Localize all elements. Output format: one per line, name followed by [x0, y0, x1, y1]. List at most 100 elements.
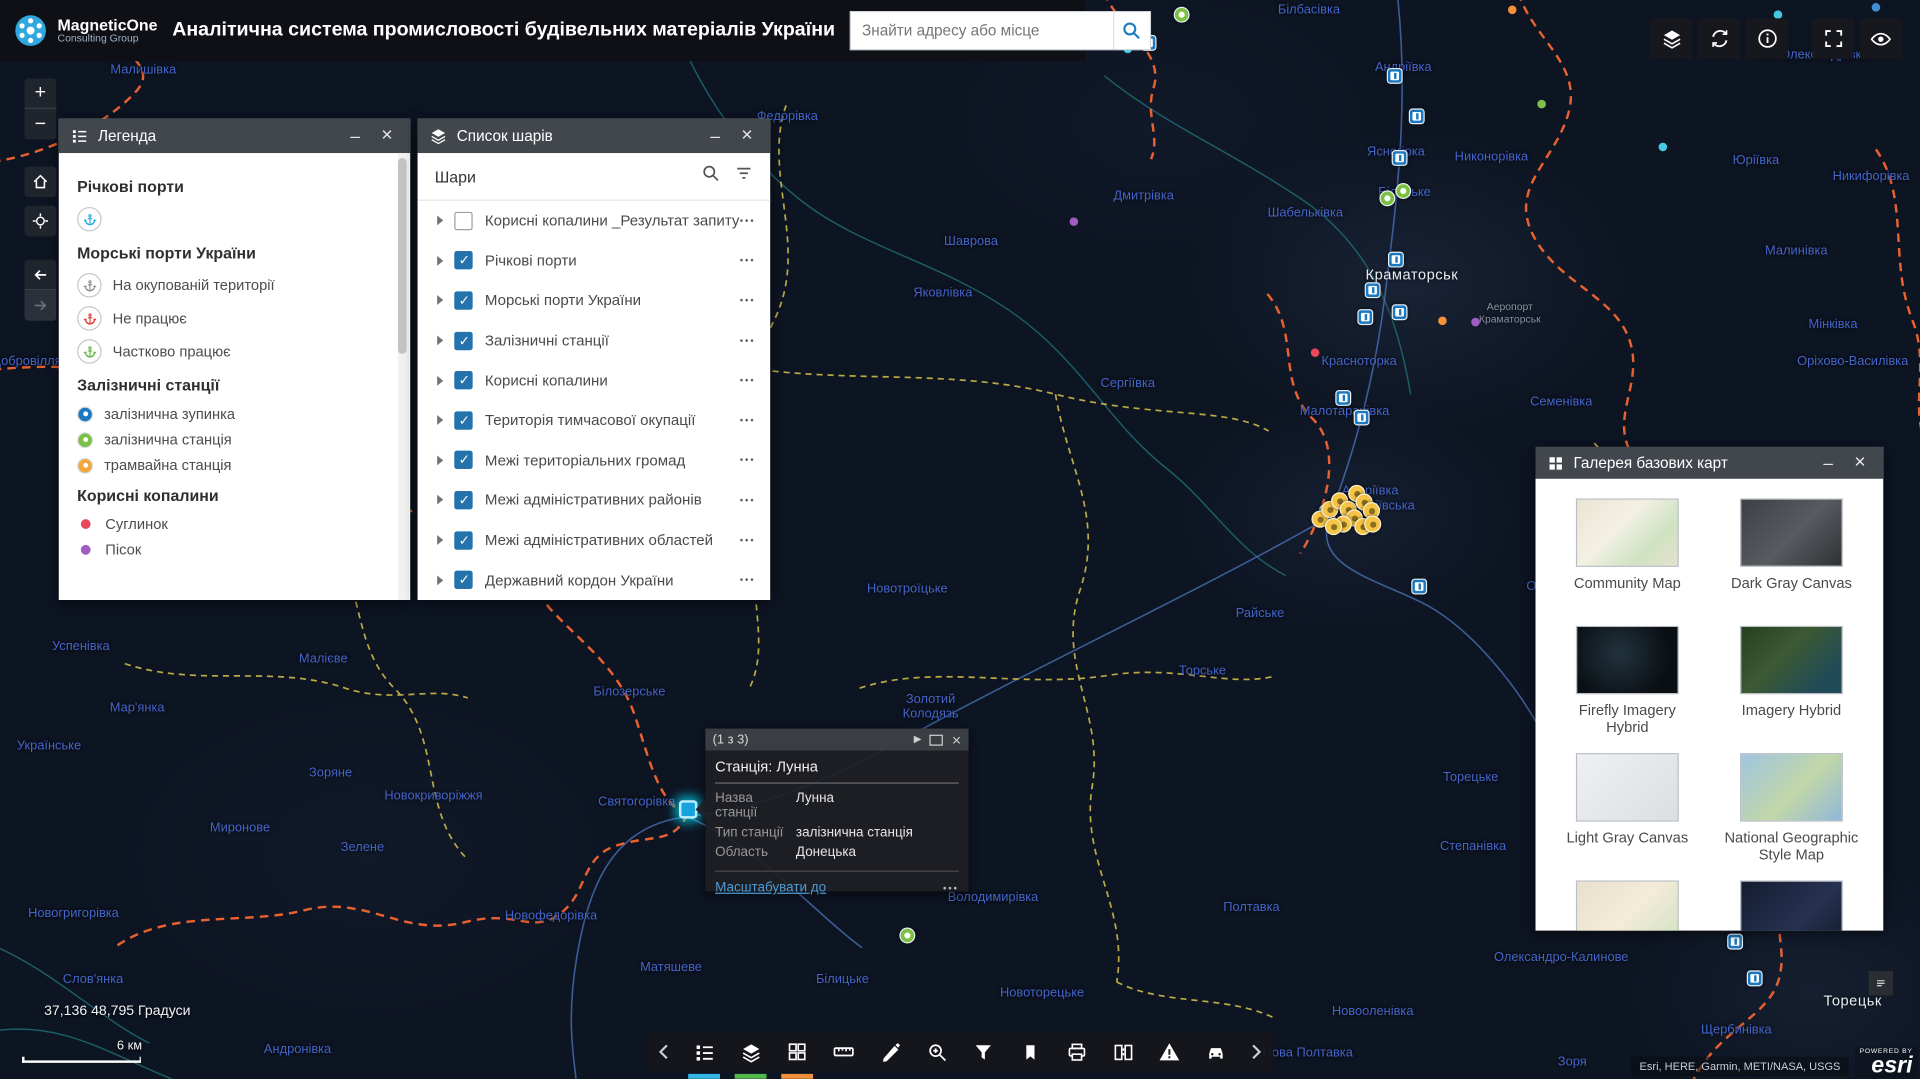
marker-rail-station[interactable]: [899, 927, 916, 944]
basemap-item[interactable]: National Geographic Style Map: [1709, 753, 1873, 866]
marker-cluster[interactable]: [1364, 515, 1382, 533]
layer-checkbox-3[interactable]: [454, 331, 473, 350]
basemap-gallery-header[interactable]: Галерея базових карт – ×: [1535, 446, 1884, 479]
zoom-to-link[interactable]: Масштабувати до: [715, 880, 943, 895]
layer-checkbox-6[interactable]: [454, 451, 473, 470]
marker-rail-stop[interactable]: [1391, 149, 1408, 166]
layer-checkbox-9[interactable]: [454, 570, 473, 590]
layer-row[interactable]: Межі адміністративних районів •••: [418, 480, 771, 520]
legend-panel-header[interactable]: Легенда – ×: [58, 118, 411, 154]
layer-options-icon[interactable]: •••: [740, 415, 756, 426]
basemap-item[interactable]: OpenStreetMap: [1545, 880, 1709, 931]
layer-row[interactable]: Територія тимчасової окупації •••: [418, 400, 771, 440]
marker-rail-stop[interactable]: [1335, 389, 1352, 406]
layer-checkbox-7[interactable]: [454, 490, 473, 510]
toolbar-basemap-button[interactable]: [774, 1032, 821, 1079]
toolbar-draw-button[interactable]: [867, 1032, 914, 1071]
toolbar-print-button[interactable]: [1053, 1032, 1100, 1071]
layer-checkbox-4[interactable]: [454, 371, 473, 390]
layer-row[interactable]: Корисні копалини _Результат запиту •••: [418, 201, 771, 241]
layer-checkbox-2[interactable]: [454, 291, 473, 310]
toolbar-layer-list-button[interactable]: [727, 1032, 774, 1079]
expand-caret-icon[interactable]: [437, 495, 444, 506]
layer-options-icon[interactable]: •••: [740, 375, 756, 386]
basemap-thumbnail[interactable]: [1739, 625, 1843, 695]
marker-rail-station[interactable]: [1395, 183, 1412, 199]
marker-rail-stop[interactable]: [1727, 933, 1744, 950]
layer-row[interactable]: Корисні копалини •••: [418, 360, 771, 400]
basemap-close-button[interactable]: ×: [1849, 452, 1871, 473]
basemap-thumbnail[interactable]: [1575, 498, 1679, 567]
expand-caret-icon[interactable]: [437, 415, 444, 426]
expand-caret-icon[interactable]: [437, 295, 444, 306]
layer-search-icon[interactable]: [702, 164, 720, 188]
expand-caret-icon[interactable]: [437, 535, 444, 545]
toolbar-bookmark-button[interactable]: [1007, 1032, 1054, 1071]
basemap-toggle-button[interactable]: [1650, 18, 1693, 59]
layer-options-icon[interactable]: •••: [740, 574, 756, 585]
marker-cluster[interactable]: [1324, 517, 1343, 536]
layer-options-icon[interactable]: •••: [740, 455, 756, 466]
visibility-button[interactable]: [1859, 18, 1902, 59]
legend-close-button[interactable]: ×: [376, 126, 398, 146]
basemap-thumbnail[interactable]: [1575, 880, 1679, 931]
attribution-toggle-button[interactable]: [1868, 971, 1894, 996]
basemap-item[interactable]: Firefly Imagery Hybrid: [1545, 625, 1709, 739]
layer-options-icon[interactable]: •••: [740, 295, 756, 306]
toolbar-query-button[interactable]: [913, 1032, 960, 1071]
marker-rail-stop[interactable]: [1391, 304, 1408, 321]
layer-checkbox-8[interactable]: [454, 530, 473, 550]
layer-checkbox-0[interactable]: [454, 211, 473, 230]
expand-caret-icon[interactable]: [437, 455, 444, 466]
expand-caret-icon[interactable]: [437, 575, 444, 585]
popup-header[interactable]: (1 з 3) ▶ ×: [705, 728, 969, 751]
basemap-thumbnail[interactable]: [1575, 625, 1679, 695]
layer-checkbox-5[interactable]: [454, 411, 473, 430]
refresh-button[interactable]: [1698, 18, 1740, 59]
basemap-item[interactable]: Imagery Hybrid: [1709, 625, 1873, 739]
layer-list-minimize-button[interactable]: –: [704, 127, 726, 144]
marker-dot-cyan[interactable]: [1658, 142, 1668, 152]
basemap-minimize-button[interactable]: –: [1817, 454, 1839, 471]
layer-row[interactable]: Морські порти України •••: [418, 281, 771, 321]
marker-rail-stop[interactable]: [1353, 409, 1370, 426]
basemap-item[interactable]: Dark Gray Canvas: [1709, 498, 1873, 611]
toolbar-scroll-left[interactable]: [647, 1032, 681, 1071]
marker-rail-stop[interactable]: [1364, 282, 1381, 299]
basemap-item[interactable]: Streets (Night): [1709, 880, 1873, 931]
popup-options-icon[interactable]: •••: [943, 882, 959, 893]
layer-row[interactable]: Межі територіальних громад •••: [418, 440, 771, 480]
layer-row[interactable]: Державний кордон України •••: [418, 560, 771, 600]
basemap-item[interactable]: Community Map: [1545, 498, 1709, 611]
marker-dot-red[interactable]: [1310, 348, 1320, 357]
marker-rail-station[interactable]: [1379, 190, 1396, 207]
expand-caret-icon[interactable]: [437, 335, 444, 346]
marker-rail-stop[interactable]: [1357, 309, 1374, 326]
zoom-in-button[interactable]: +: [24, 78, 57, 109]
legend-minimize-button[interactable]: –: [344, 127, 366, 144]
popup-next-icon[interactable]: ▶: [914, 734, 922, 745]
legend-scrollbar[interactable]: [397, 153, 409, 600]
layer-options-icon[interactable]: •••: [740, 495, 756, 506]
info-button[interactable]: [1746, 18, 1788, 59]
marker-rail-stop[interactable]: [1411, 578, 1428, 595]
toolbar-legend-button[interactable]: [681, 1032, 728, 1079]
marker-dot-green[interactable]: [1537, 99, 1546, 109]
previous-extent-button[interactable]: [24, 259, 57, 291]
home-button[interactable]: [24, 166, 57, 198]
layer-row[interactable]: Межі адміністративних областей •••: [418, 520, 771, 560]
expand-caret-icon[interactable]: [437, 215, 444, 226]
marker-rail-stop[interactable]: [1746, 970, 1763, 987]
layer-filter-icon[interactable]: [735, 164, 753, 188]
layer-row[interactable]: Залізничні станції •••: [418, 321, 771, 361]
legend-scrollbar-thumb[interactable]: [397, 157, 407, 354]
layer-options-icon[interactable]: •••: [740, 255, 756, 266]
popup-dock-icon[interactable]: [929, 734, 944, 746]
next-extent-button[interactable]: [24, 290, 57, 321]
toolbar-measure-button[interactable]: [820, 1032, 867, 1071]
marker-rail-stop[interactable]: [1386, 67, 1403, 84]
basemap-thumbnail[interactable]: [1575, 753, 1679, 822]
basemap-thumbnail[interactable]: [1739, 753, 1843, 822]
layer-checkbox-1[interactable]: [454, 251, 473, 270]
layer-list-header[interactable]: Список шарів – ×: [417, 118, 771, 154]
